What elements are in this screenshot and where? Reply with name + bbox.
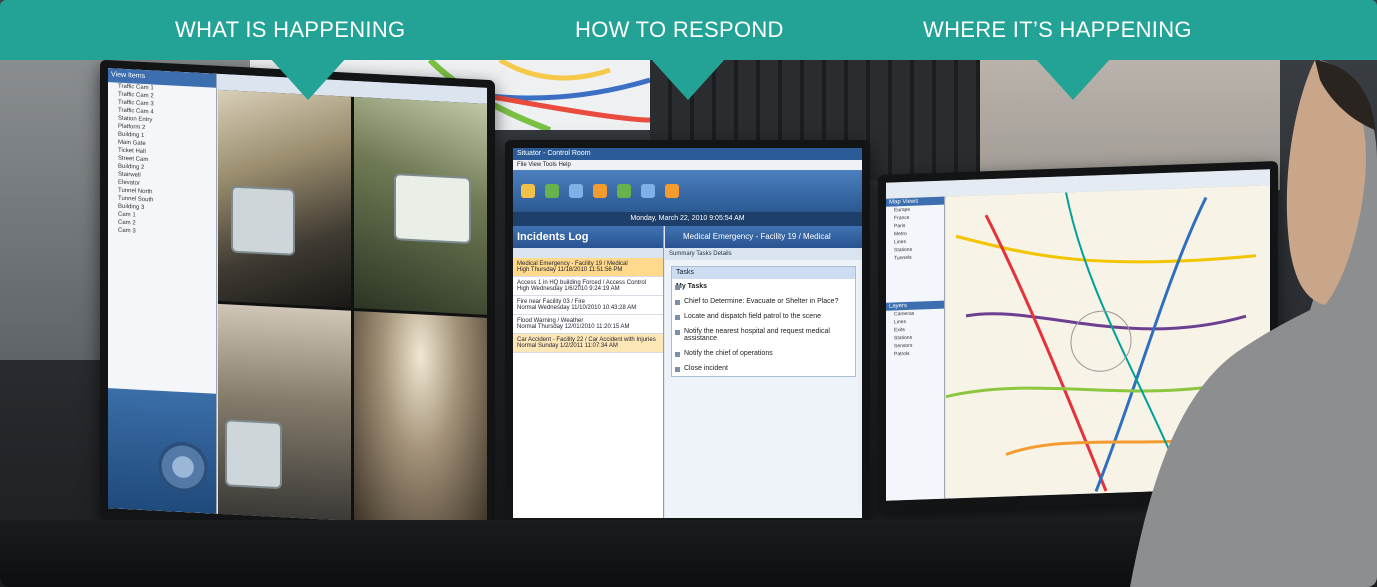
- task-item[interactable]: Chief to Determine: Evacuate or Shelter …: [672, 294, 855, 309]
- pointer-where-its-happening: [1035, 58, 1111, 100]
- camera-feed-3[interactable]: [218, 303, 351, 521]
- ptz-control-panel: [108, 388, 216, 514]
- camera-video-grid: [218, 89, 487, 528]
- incident-detail-title: Medical Emergency - Facility 19 / Medica…: [665, 226, 862, 248]
- incident-row[interactable]: Car Accident - Facility 22 / Car Acciden…: [513, 334, 663, 353]
- menu-bar[interactable]: File View Tools Help: [513, 160, 862, 170]
- quick-launch-icon[interactable]: [593, 184, 607, 198]
- incidents-log-toolbar[interactable]: [513, 248, 663, 258]
- camera-tree-panel: View Items Traffic Cam 1 Traffic Cam 2 Tra…: [108, 68, 217, 514]
- incident-meta: Normal Wednesday 11/10/2010 10:43:28 AM: [517, 305, 637, 311]
- camera-feed-1[interactable]: [218, 89, 351, 308]
- camera-tree-list: Traffic Cam 1 Traffic Cam 2 Traffic Cam 3T…: [108, 82, 216, 240]
- summary-icon[interactable]: [641, 184, 655, 198]
- phone-dialer-icon[interactable]: [617, 184, 631, 198]
- train-in-feed: [231, 185, 296, 256]
- ribbon-toolbar: [513, 170, 862, 212]
- train-in-feed: [224, 419, 282, 490]
- ptz-joystick-icon[interactable]: [158, 440, 208, 494]
- incident-row[interactable]: Access 1 in HQ building Forced / Access …: [513, 277, 663, 296]
- map-side-panel: Map Views Europe France Paris Metro Lines Sta…: [886, 196, 945, 501]
- operator-person: [1130, 60, 1377, 587]
- my-tasks-label: My Tasks: [672, 279, 855, 294]
- incident-meta: High Wednesday 1/6/2010 9:24:19 AM: [517, 286, 620, 292]
- incident-management-screen: Situator - Control Room File View Tools …: [513, 148, 862, 518]
- incidents-log-title: Incidents Log: [513, 226, 663, 248]
- label-how-to-respond: HOW TO RESPOND: [575, 17, 784, 42]
- incident-row[interactable]: Flood Warning / Weather Normal Thursday 1…: [513, 315, 663, 334]
- video-monitor-left: View Items Traffic Cam 1 Traffic Cam 2 Tra…: [100, 59, 495, 541]
- train-in-feed: [393, 172, 472, 244]
- task-item[interactable]: Notify the chief of operations: [672, 346, 855, 361]
- incident-detail-panel: Medical Emergency - Facility 19 / Medica…: [665, 226, 862, 518]
- pointer-what-is-happening: [270, 58, 346, 100]
- task-item[interactable]: Locate and dispatch field patrol to the …: [672, 309, 855, 324]
- video-management-screen: View Items Traffic Cam 1 Traffic Cam 2 Tra…: [108, 68, 487, 528]
- map-view-item[interactable]: Tunnels: [886, 253, 944, 263]
- incident-meta: Normal Thursday 12/01/2010 11:20:15 AM: [517, 324, 630, 330]
- control-room-photo: View Items Traffic Cam 1 Traffic Cam 2 Tra…: [0, 0, 1377, 587]
- camera-feed-2[interactable]: [354, 96, 487, 315]
- incident-meta: Normal Sunday 1/2/2011 11:07:34 AM: [517, 343, 618, 349]
- new-incident-icon[interactable]: [521, 184, 535, 198]
- layer-item[interactable]: Patrols: [886, 349, 944, 359]
- incident-detail-tabs[interactable]: Summary Tasks Details: [665, 248, 862, 260]
- layers-list: Cameras Lines Exits Stations Sensors Patrols: [886, 309, 944, 359]
- incidents-icon[interactable]: [665, 184, 679, 198]
- date-time-bar: Monday, March 22, 2010 9:05:54 AM: [513, 212, 862, 226]
- pointer-how-to-respond: [650, 58, 726, 100]
- map-views-list: Europe France Paris Metro Lines Stations Tunne…: [886, 205, 944, 263]
- task-item[interactable]: Notify the nearest hospital and request …: [672, 324, 855, 346]
- incident-meta: High Thursday 11/18/2010 11:51:56 PM: [517, 267, 623, 273]
- tasks-header: Tasks: [672, 267, 855, 279]
- incident-list: Medical Emergency - Facility 19 / Medica…: [513, 258, 663, 353]
- new-message-icon[interactable]: [545, 184, 559, 198]
- label-what-is-happening: WHAT IS HAPPENING: [175, 17, 406, 42]
- window-title: Situator - Control Room: [513, 148, 862, 160]
- incident-row[interactable]: Medical Emergency - Facility 19 / Medica…: [513, 258, 663, 277]
- camera-feed-4[interactable]: [354, 310, 487, 528]
- incidents-log-panel: Incidents Log Medical Emergency - Facili…: [513, 226, 664, 518]
- tasks-box: Tasks My Tasks Chief to Determine: Evacu…: [671, 266, 856, 377]
- incident-row[interactable]: Fire near Facility 03 / Fire Normal Wedne…: [513, 296, 663, 315]
- task-item[interactable]: Close incident: [672, 361, 855, 376]
- label-where-its-happening: WHERE IT’S HAPPENING: [923, 17, 1192, 42]
- task-list: Chief to Determine: Evacuate or Shelter …: [672, 294, 855, 376]
- deploy-procedure-icon[interactable]: [569, 184, 583, 198]
- incident-monitor-middle: Situator - Control Room File View Tools …: [505, 140, 870, 530]
